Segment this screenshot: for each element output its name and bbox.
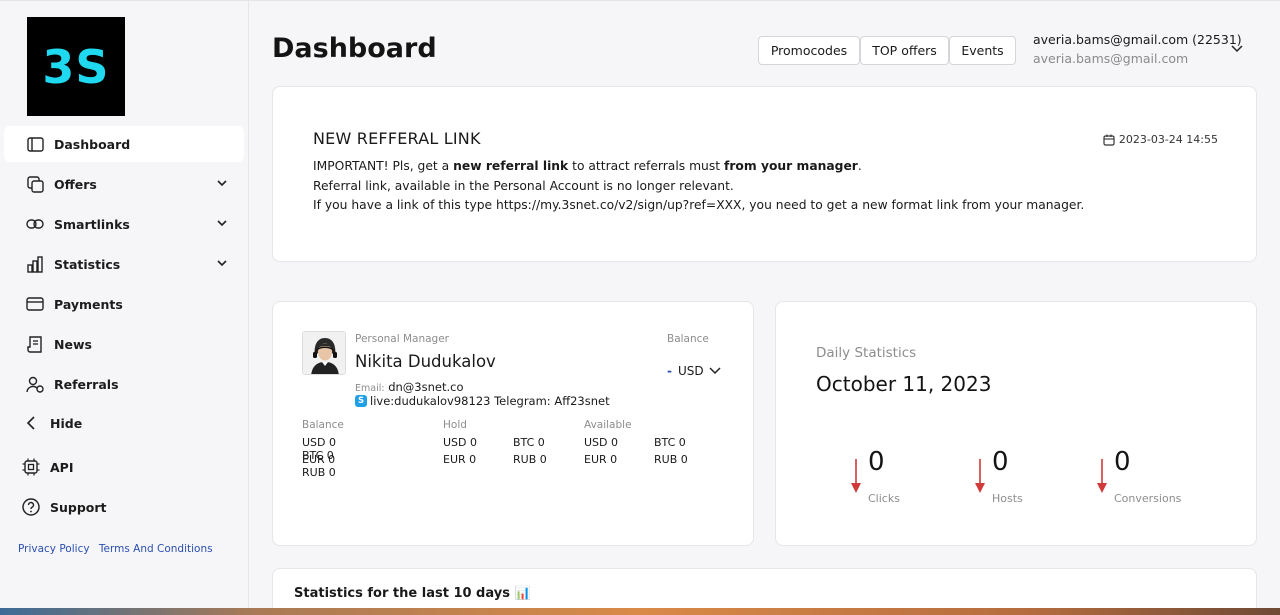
footer-links: Privacy Policy Terms And Conditions: [18, 543, 219, 555]
sidebar-item-label: Smartlinks: [54, 216, 130, 232]
referrals-icon: [26, 375, 44, 393]
announcement-line: IMPORTANT! Pls, get a new referral link …: [313, 159, 862, 173]
sidebar-item-label: API: [50, 459, 74, 475]
sidebar-item-label: Support: [50, 499, 107, 515]
sidebar-item-label: Hide: [50, 415, 83, 431]
link-icon: [26, 215, 44, 233]
chevron-down-icon: [217, 180, 227, 187]
bar-chart-icon: [26, 255, 44, 273]
manager-card: Personal Manager Nikita Dudukalov Email:…: [272, 301, 754, 546]
sidebar-item-statistics[interactable]: Statistics: [4, 246, 244, 282]
manager-name: Nikita Dudukalov: [355, 352, 496, 371]
offers-icon: [26, 175, 44, 193]
announcement-line: Referral link, available in the Personal…: [313, 178, 734, 193]
sidebar-item-referrals[interactable]: Referrals: [4, 366, 244, 402]
sidebar-item-label: Referrals: [54, 376, 119, 392]
hide-sidebar-button[interactable]: Hide: [4, 405, 244, 441]
user-menu[interactable]: averia.bams@gmail.com (22531) averia.bam…: [1033, 32, 1242, 66]
sidebar-item-label: Payments: [54, 296, 123, 312]
card-icon: [26, 295, 44, 313]
available-column: Available USD 0 BTC 0 EUR 0 RUB 0: [584, 419, 688, 466]
arrow-down-icon: [851, 459, 861, 493]
stats-10-days-title: Statistics for the last 10 days 📊: [294, 586, 531, 601]
calendar-icon: [1103, 134, 1115, 146]
user-email: averia.bams@gmail.com: [1033, 51, 1189, 66]
avatar: [302, 331, 346, 375]
sidebar-item-label: Statistics: [54, 256, 121, 272]
sidebar-item-label: Offers: [54, 176, 97, 192]
help-icon: [22, 498, 40, 516]
arrow-down-icon: [1097, 459, 1107, 493]
sidebar-item-label: News: [54, 336, 92, 352]
logo[interactable]: 3S: [27, 17, 125, 116]
daily-statistics-card: Daily Statistics October 11, 2023 0 Clic…: [775, 301, 1257, 546]
sidebar-item-news[interactable]: News: [4, 326, 244, 362]
privacy-policy-link[interactable]: Privacy Policy: [18, 543, 90, 555]
stats-10-days-card: Statistics for the last 10 days 📊: [272, 568, 1257, 608]
announcement-date: 2023-03-24 14:55: [1103, 133, 1218, 146]
balance-label: Balance: [667, 333, 709, 345]
sidebar-item-dashboard[interactable]: Dashboard: [4, 126, 244, 162]
promocodes-button[interactable]: Promocodes: [758, 36, 860, 65]
events-button[interactable]: Events: [949, 36, 1016, 65]
manager-email: Email: dn@3snet.co: [355, 380, 464, 394]
sidebar-item-offers[interactable]: Offers: [4, 166, 244, 202]
desktop-background: [0, 608, 1280, 615]
app-window: 3S Dashboard Offers Smartlinks Statistic…: [0, 0, 1280, 608]
sidebar: 3S Dashboard Offers Smartlinks Statistic…: [0, 1, 249, 608]
sidebar-item-smartlinks[interactable]: Smartlinks: [4, 206, 244, 242]
user-name: averia.bams@gmail.com (22531): [1033, 32, 1242, 47]
announcement-line: If you have a link of this type https://…: [313, 198, 1085, 212]
hold-column: Hold USD 0 BTC 0 EUR 0 RUB 0: [443, 419, 547, 466]
announcement-body: IMPORTANT! Pls, get a new referral link …: [313, 157, 1084, 216]
sidebar-item-support[interactable]: Support: [4, 489, 244, 525]
sidebar-item-payments[interactable]: Payments: [4, 286, 244, 322]
arrow-down-icon: [975, 459, 985, 493]
chevron-down-icon: [709, 367, 721, 375]
chip-icon: [22, 458, 40, 476]
chevron-down-icon: [217, 260, 227, 267]
balance-column: Balance USD 0BTC 0 EUR 0RUB 0: [302, 419, 344, 479]
dashboard-icon: [26, 135, 44, 153]
top-offers-button[interactable]: TOP offers: [860, 36, 949, 65]
manager-label: Personal Manager: [355, 333, 449, 345]
announcement-card: NEW REFFERAL LINK 2023-03-24 14:55 IMPOR…: [272, 86, 1257, 262]
sidebar-item-label: Dashboard: [54, 136, 131, 152]
announcement-title: NEW REFFERAL LINK: [313, 129, 481, 148]
page-title: Dashboard: [272, 33, 437, 64]
news-icon: [26, 335, 44, 353]
main-content: Dashboard Promocodes TOP offers Events a…: [250, 1, 1280, 608]
skype-icon: S: [355, 395, 367, 407]
daily-statistics-date: October 11, 2023: [816, 372, 992, 396]
manager-contacts: Slive:dudukalov98123 Telegram: Aff23snet: [355, 394, 610, 408]
currency-select[interactable]: - USD: [667, 364, 721, 378]
chevron-down-icon: [217, 220, 227, 227]
chevron-down-icon[interactable]: [1230, 43, 1244, 55]
daily-statistics-label: Daily Statistics: [816, 345, 917, 361]
sidebar-item-api[interactable]: API: [4, 449, 244, 485]
terms-link[interactable]: Terms And Conditions: [99, 543, 213, 555]
chevron-left-icon: [22, 414, 40, 432]
